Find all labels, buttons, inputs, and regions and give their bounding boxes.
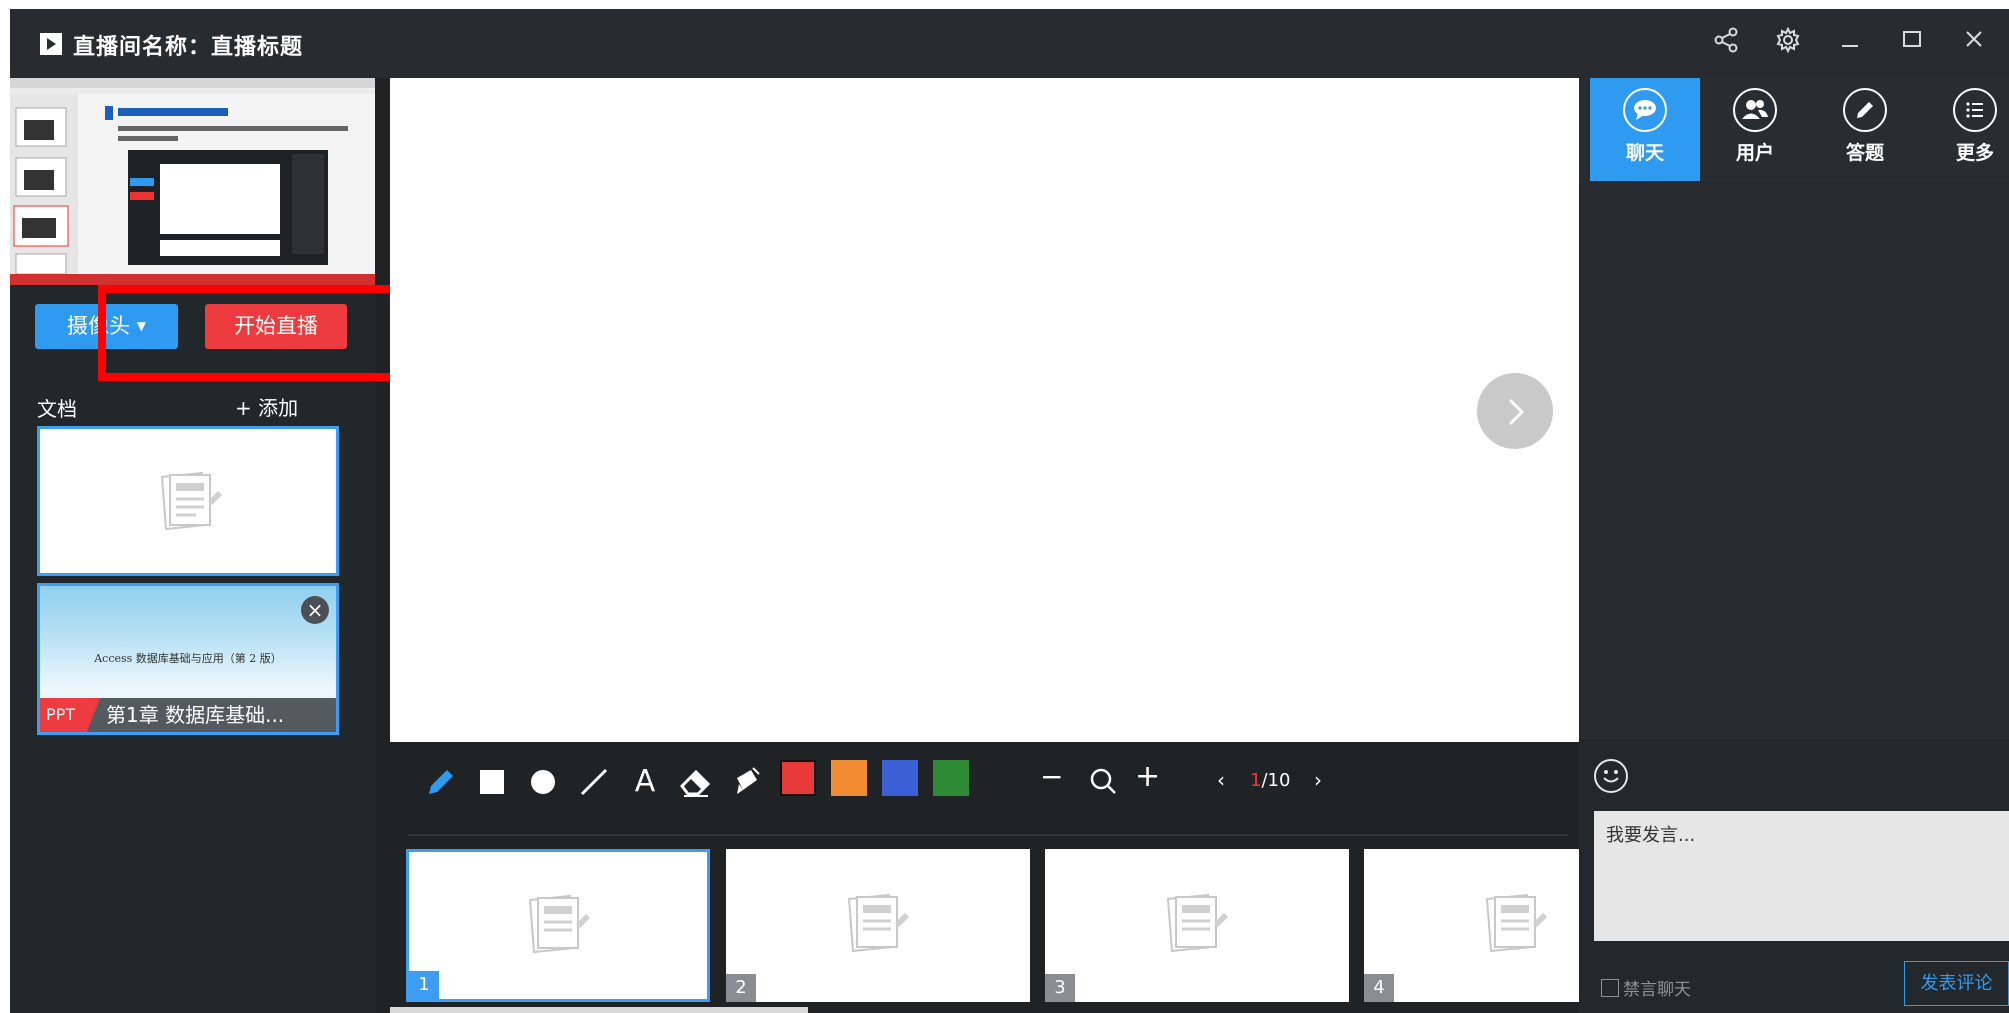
zoom-in-button[interactable]: + (1135, 759, 1160, 794)
right-panel: 聊天 用户 答题 更多 我要发言... 禁言聊天 发表评论 (1579, 78, 2009, 1013)
search-icon[interactable] (1088, 766, 1118, 796)
document-card[interactable] (37, 426, 339, 576)
maximize-icon[interactable] (1897, 27, 1927, 57)
users-icon (1733, 88, 1777, 132)
rectangle-icon[interactable] (474, 764, 510, 800)
horizontal-scrollbar[interactable] (390, 1007, 808, 1013)
chevron-right-icon (1508, 398, 1525, 426)
share-icon[interactable] (1711, 27, 1741, 57)
close-icon[interactable] (1959, 27, 1989, 57)
toolbar-divider (408, 834, 1568, 836)
chat-input[interactable]: 我要发言... (1594, 811, 2009, 941)
chat-messages (1579, 181, 2009, 737)
window-title: 直播间名称：直播标题 (73, 35, 304, 60)
eraser-icon[interactable] (678, 764, 714, 800)
pencil-icon (1843, 88, 1887, 132)
slide-number: 3 (1045, 974, 1075, 1002)
tab-quiz[interactable]: 答题 (1810, 78, 1920, 181)
emoji-icon[interactable] (1594, 759, 1628, 793)
mute-chat-label: 禁言聊天 (1623, 980, 1691, 1000)
prev-page-button[interactable]: ‹ (1217, 768, 1225, 792)
app-window: 直播间名称：直播标题 摄像头 ▼ 开始直播 文档 + 添加 Access 数据库… (10, 9, 2009, 1013)
send-comment-button[interactable]: 发表评论 (1904, 961, 2009, 1006)
ppt-card[interactable]: Access 数据库基础与应用（第 2 版） × PPT 第1章 数据库基础..… (37, 583, 339, 735)
play-icon (40, 33, 62, 55)
tab-users-label: 用户 (1735, 142, 1774, 164)
tab-more-label: 更多 (1955, 142, 1994, 164)
color-swatch-green[interactable] (933, 760, 969, 796)
total-pages: /10 (1261, 770, 1291, 791)
document-icon (160, 471, 222, 531)
slide-strip: 1 2 3 4 (390, 837, 1579, 1013)
minimize-icon[interactable] (1835, 27, 1865, 57)
left-panel: 摄像头 ▼ 开始直播 文档 + 添加 Access 数据库基础与应用（第 2 版… (10, 78, 446, 1013)
circle-icon[interactable] (525, 764, 561, 800)
panel-tabs: 聊天 用户 答题 更多 (1579, 78, 2009, 181)
checkbox-icon (1601, 979, 1619, 997)
docs-label: 文档 (37, 397, 77, 421)
slide-number: 2 (726, 974, 756, 1002)
next-slide-button[interactable] (1477, 373, 1553, 449)
tab-chat[interactable]: 聊天 (1590, 78, 1700, 181)
tab-quiz-label: 答题 (1845, 142, 1884, 164)
whiteboard-canvas[interactable] (390, 78, 1579, 742)
current-page: 1 (1250, 770, 1262, 791)
document-icon (1485, 893, 1547, 953)
slide-number: 4 (1364, 974, 1394, 1002)
pen-icon[interactable] (423, 764, 459, 800)
slide-thumb[interactable]: 2 (726, 849, 1030, 1002)
slide-number: 1 (409, 971, 439, 999)
color-swatch-orange[interactable] (831, 760, 867, 796)
document-icon (847, 893, 909, 953)
chat-composer: 我要发言... 禁言聊天 发表评论 (1579, 739, 2009, 1013)
chat-icon (1623, 88, 1667, 132)
add-doc-button[interactable]: + 添加 (235, 392, 298, 421)
slide-thumb[interactable]: 3 (1045, 849, 1349, 1002)
slide-thumb[interactable]: 4 (1364, 849, 1579, 1002)
list-icon (1953, 88, 1997, 132)
mute-chat-checkbox[interactable]: 禁言聊天 (1601, 975, 1691, 1000)
ppt-name: 第1章 数据库基础... (106, 703, 285, 727)
zoom-out-button[interactable]: − (1040, 760, 1063, 793)
color-swatch-red[interactable] (780, 760, 816, 796)
camera-preview (10, 78, 375, 285)
close-icon[interactable]: × (301, 596, 329, 624)
clear-icon[interactable] (729, 764, 765, 800)
slide-thumb[interactable]: 1 (406, 849, 710, 1002)
page-indicator: 1/10 (1250, 770, 1290, 791)
line-icon[interactable] (576, 764, 612, 800)
ppt-subtitle: Access 数据库基础与应用（第 2 版） (94, 652, 282, 665)
document-icon (528, 894, 590, 954)
tab-more[interactable]: 更多 (1920, 78, 2009, 181)
next-page-button[interactable]: › (1314, 768, 1322, 792)
title-bar: 直播间名称：直播标题 (10, 9, 2009, 78)
color-swatch-blue[interactable] (882, 760, 918, 796)
gear-icon[interactable] (1773, 26, 1803, 57)
tab-users[interactable]: 用户 (1700, 78, 1810, 181)
tab-chat-label: 聊天 (1625, 142, 1664, 164)
text-icon[interactable]: A (627, 764, 663, 800)
document-icon (1166, 893, 1228, 953)
drawing-toolbar: A − + ‹ 1/10 › (390, 742, 1579, 835)
